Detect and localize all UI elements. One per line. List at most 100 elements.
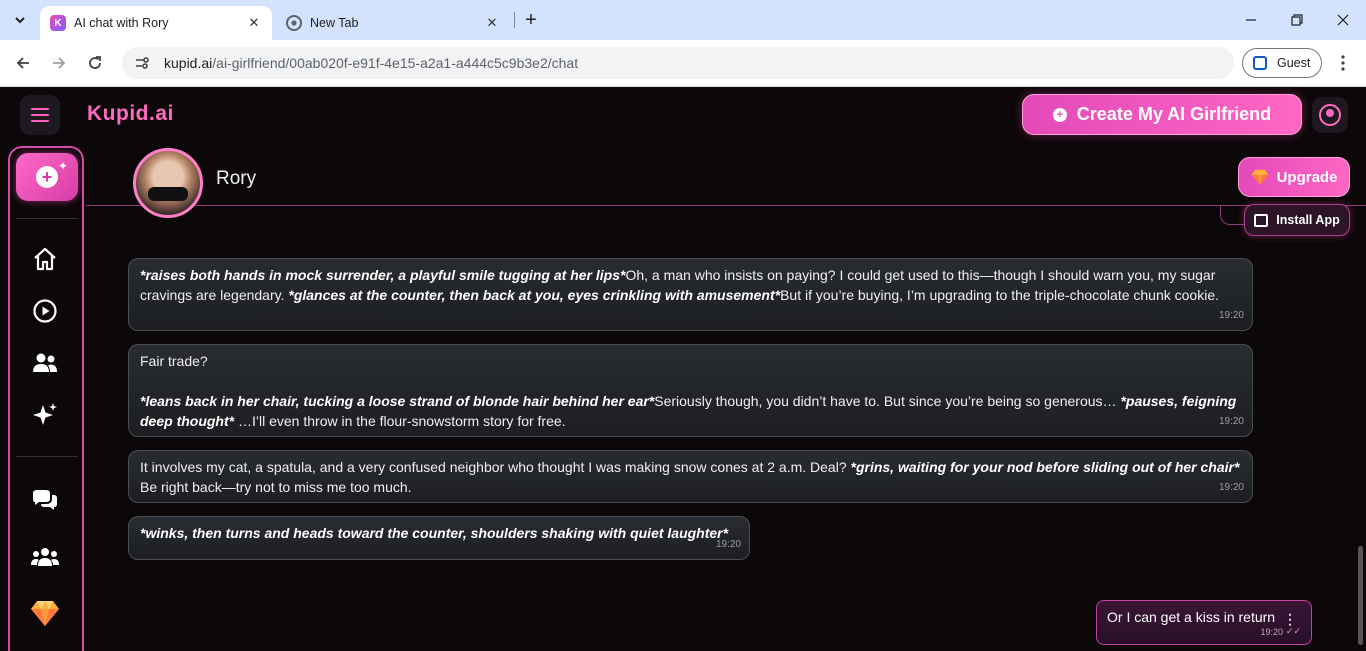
speech-text: Be right back—try not to miss me too muc… bbox=[140, 479, 412, 495]
download-icon bbox=[1254, 213, 1269, 227]
message-text: *leans back in her chair, tucking a loos… bbox=[140, 391, 1242, 431]
read-receipt-icon: ✓✓ bbox=[1285, 626, 1301, 636]
new-tab-button[interactable]: + bbox=[520, 8, 542, 32]
speech-text: Seriously though, you didn’t have to. Bu… bbox=[654, 393, 1121, 409]
minimize-icon bbox=[1246, 19, 1256, 21]
close-window-button[interactable] bbox=[1320, 6, 1366, 34]
bot-message: It involves my cat, a spatula, and a ver… bbox=[128, 450, 1253, 503]
tab-ai-chat[interactable]: K AI chat with Rory ✕ bbox=[40, 6, 272, 40]
bot-message: *winks, then turns and heads toward the … bbox=[128, 516, 750, 560]
back-button[interactable] bbox=[10, 50, 36, 76]
create-button-label: Create My AI Girlfriend bbox=[1076, 104, 1272, 124]
diamond-icon bbox=[31, 601, 59, 626]
plus-icon: + bbox=[36, 166, 58, 188]
message-text: It involves my cat, a spatula, and a ver… bbox=[140, 457, 1242, 497]
character-name: Rory bbox=[216, 168, 257, 189]
tab-new-tab[interactable]: New Tab ✕ bbox=[276, 6, 510, 40]
new-character-button[interactable]: + ✦ bbox=[16, 153, 78, 201]
sidebar-divider bbox=[16, 218, 78, 219]
close-tab-icon[interactable]: ✕ bbox=[244, 13, 264, 33]
upgrade-button[interactable]: Upgrade bbox=[1238, 157, 1350, 197]
kupid-favicon-icon: K bbox=[50, 15, 66, 31]
message-text: *winks, then turns and heads toward the … bbox=[140, 523, 739, 543]
sidebar: + ✦ bbox=[8, 146, 84, 651]
user-circle-icon bbox=[1319, 104, 1341, 126]
users-icon bbox=[33, 353, 57, 372]
speech-text: It involves my cat, a spatula, and a ver… bbox=[140, 459, 851, 475]
sidebar-item-home[interactable] bbox=[24, 238, 66, 280]
action-text: *raises both hands in mock surrender, a … bbox=[140, 267, 626, 283]
person-icon bbox=[1253, 56, 1267, 70]
reload-button[interactable] bbox=[82, 50, 108, 76]
kebab-menu-icon bbox=[1341, 55, 1345, 71]
browser-menu-button[interactable] bbox=[1332, 50, 1354, 76]
app-page: Kupid.ai + Create My AI Girlfriend + ✦ R… bbox=[0, 88, 1366, 651]
home-icon bbox=[34, 247, 56, 271]
message-time: 19:20 bbox=[715, 539, 741, 550]
url-text: kupid.ai/ai-girlfriend/00ab020f-e91f-4e1… bbox=[164, 55, 578, 71]
browser-tab-strip: K AI chat with Rory ✕ New Tab ✕ + bbox=[0, 0, 1366, 40]
hamburger-icon bbox=[31, 108, 49, 110]
url-path: /ai-girlfriend/00ab020f-e91f-4e15-a2a1-a… bbox=[212, 55, 579, 71]
chrome-icon bbox=[286, 15, 302, 31]
sidebar-item-premium[interactable] bbox=[24, 592, 66, 634]
message-text: *raises both hands in mock surrender, a … bbox=[140, 265, 1242, 305]
chat-icon bbox=[33, 490, 57, 510]
arrow-left-icon bbox=[16, 57, 29, 69]
speech-text: But if you’re buying, I’m upgrading to t… bbox=[780, 287, 1219, 303]
close-icon bbox=[1337, 14, 1349, 26]
close-tab-icon[interactable]: ✕ bbox=[482, 13, 502, 33]
tab-separator bbox=[514, 12, 515, 28]
create-ai-girlfriend-button[interactable]: + Create My AI Girlfriend bbox=[1022, 94, 1302, 135]
action-text: *winks, then turns and heads toward the … bbox=[140, 525, 729, 541]
sidebar-item-community[interactable] bbox=[24, 536, 66, 578]
sidebar-item-characters[interactable] bbox=[24, 342, 66, 384]
message-time: 19:20 bbox=[1260, 627, 1283, 637]
message-time: 19:20 bbox=[1218, 482, 1244, 493]
restore-icon bbox=[1291, 14, 1303, 26]
play-icon bbox=[33, 299, 57, 323]
action-text: *leans back in her chair, tucking a loos… bbox=[140, 393, 655, 409]
bot-message: Fair trade? *leans back in her chair, tu… bbox=[128, 344, 1253, 437]
reload-icon bbox=[89, 56, 101, 69]
browser-toolbar: kupid.ai/ai-girlfriend/00ab020f-e91f-4e1… bbox=[0, 40, 1366, 87]
action-text: *grins, waiting for your nod before slid… bbox=[850, 459, 1240, 475]
sidebar-item-videos[interactable] bbox=[24, 290, 66, 332]
arrow-right-icon bbox=[53, 57, 66, 69]
guest-label: Guest bbox=[1277, 56, 1311, 70]
forward-button[interactable] bbox=[46, 50, 72, 76]
address-bar[interactable]: kupid.ai/ai-girlfriend/00ab020f-e91f-4e1… bbox=[122, 47, 1234, 79]
sidebar-item-generate[interactable] bbox=[24, 394, 66, 436]
action-text: *glances at the counter, then back at yo… bbox=[288, 287, 781, 303]
message-time: 19:20 bbox=[1218, 416, 1244, 427]
speech-text: …I’ll even throw in the flour-snowstorm … bbox=[234, 413, 566, 429]
upgrade-label: Upgrade bbox=[1276, 168, 1338, 186]
tab-title: AI chat with Rory bbox=[74, 16, 169, 30]
guest-profile-button[interactable]: Guest bbox=[1242, 48, 1322, 78]
sparkles-icon bbox=[33, 403, 57, 425]
tab-search-button[interactable] bbox=[8, 8, 32, 32]
chevron-down-icon bbox=[15, 17, 25, 24]
sparkle-icon: ✦ bbox=[57, 159, 68, 173]
create-icon: + bbox=[1052, 107, 1067, 122]
diamond-icon bbox=[1251, 169, 1268, 185]
character-avatar[interactable] bbox=[133, 148, 203, 218]
minimize-button[interactable] bbox=[1228, 6, 1274, 34]
profile-button[interactable] bbox=[1312, 97, 1348, 133]
install-app-button[interactable]: Install App bbox=[1244, 204, 1350, 236]
menu-toggle-button[interactable] bbox=[20, 95, 60, 135]
message-time: 19:20 bbox=[1218, 310, 1244, 321]
sidebar-item-chats[interactable] bbox=[24, 480, 66, 522]
brand-logo[interactable]: Kupid.ai bbox=[87, 102, 174, 126]
install-app-label: Install App bbox=[1276, 213, 1340, 227]
user-message: Or I can get a kiss in return ⋮ 19:20 ✓✓ bbox=[1096, 600, 1312, 645]
user-message-text: Or I can get a kiss in return bbox=[1107, 609, 1276, 625]
site-info-icon[interactable] bbox=[134, 55, 150, 71]
chat-header: Rory Upgrade bbox=[86, 146, 1366, 218]
url-host: kupid.ai bbox=[164, 55, 213, 71]
bot-message: *raises both hands in mock surrender, a … bbox=[128, 258, 1253, 331]
chat-scrollbar[interactable] bbox=[1358, 546, 1363, 645]
group-icon bbox=[31, 548, 59, 566]
sidebar-divider bbox=[16, 456, 78, 457]
restore-button[interactable] bbox=[1274, 6, 1320, 34]
